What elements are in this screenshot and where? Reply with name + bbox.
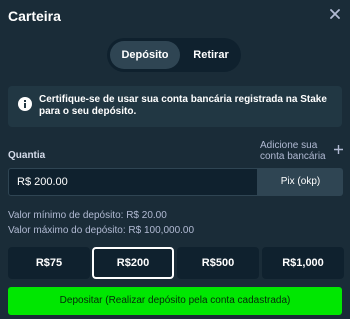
close-icon[interactable]	[330, 9, 340, 19]
tab-deposit[interactable]: Depósito	[110, 41, 180, 69]
amount-preset-500[interactable]: R$500	[177, 247, 259, 279]
amount-field	[8, 168, 258, 196]
amount-preset-1000[interactable]: R$1,000	[262, 247, 344, 279]
amount-label: Quantia	[8, 150, 46, 161]
info-notice: Certifique-se de usar sua conta bancária…	[8, 86, 342, 127]
amount-preset-75[interactable]: R$75	[8, 247, 90, 279]
modal-title: Carteira	[8, 8, 61, 24]
add-bank-account-link[interactable]: Adicione sua conta bancária	[260, 140, 328, 162]
payment-method-button[interactable]: Pix (okp)	[258, 168, 343, 196]
amount-preset-200[interactable]: R$200	[92, 247, 174, 279]
notice-text: Certifique-se de usar sua conta bancária…	[39, 94, 327, 117]
modal-header: Carteira	[0, 0, 350, 34]
plus-icon[interactable]	[334, 145, 343, 154]
min-deposit-text: Valor mínimo de depósito: R$ 20.00	[8, 210, 167, 221]
max-deposit-text: Valor máximo do depósito: R$ 100,000.00	[8, 225, 195, 236]
tab-switcher: Depósito Retirar	[107, 38, 241, 72]
tab-withdraw[interactable]: Retirar	[184, 41, 238, 69]
deposit-limits: Valor mínimo de depósito: R$ 20.00 Valor…	[8, 208, 194, 238]
deposit-button[interactable]: Depositar (Realizar depósito pela conta …	[8, 287, 342, 315]
amount-input[interactable]	[9, 169, 257, 195]
info-icon	[18, 97, 32, 111]
